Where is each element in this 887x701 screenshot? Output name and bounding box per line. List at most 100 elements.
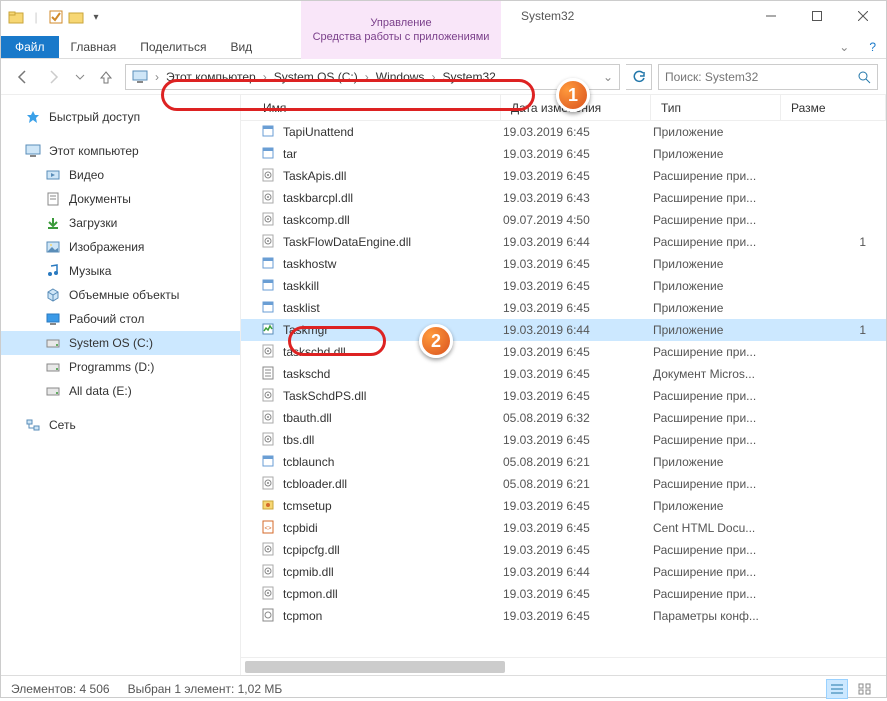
- address-dropdown-icon[interactable]: ⌄: [597, 70, 613, 84]
- nav-item[interactable]: All data (E:): [1, 379, 240, 403]
- file-row[interactable]: tcpmib.dll19.03.2019 6:44Расширение при.…: [241, 561, 886, 583]
- scroll-thumb[interactable]: [245, 661, 505, 673]
- file-row[interactable]: taskschd19.03.2019 6:45Документ Micros..…: [241, 363, 886, 385]
- nav-item[interactable]: Видео: [1, 163, 240, 187]
- file-row[interactable]: TaskFlowDataEngine.dll19.03.2019 6:44Рас…: [241, 231, 886, 253]
- file-row[interactable]: tcmsetup19.03.2019 6:45Приложение: [241, 495, 886, 517]
- chevron-right-icon[interactable]: ›: [260, 70, 270, 84]
- file-name: tbauth.dll: [283, 411, 332, 425]
- qat-dropdown-icon[interactable]: ▾: [87, 8, 105, 26]
- nav-label: System OS (C:): [69, 336, 153, 350]
- col-type[interactable]: Тип: [651, 95, 781, 120]
- nav-item[interactable]: System OS (C:): [1, 331, 240, 355]
- nav-label: Музыка: [69, 264, 111, 278]
- view-details-button[interactable]: [826, 679, 848, 699]
- nav-item[interactable]: Документы: [1, 187, 240, 211]
- nav-item[interactable]: Объемные объекты: [1, 283, 240, 307]
- nav-network[interactable]: Сеть: [1, 413, 240, 437]
- file-row[interactable]: TaskSchdPS.dll19.03.2019 6:45Расширение …: [241, 385, 886, 407]
- chevron-right-icon[interactable]: ›: [152, 70, 162, 84]
- file-row[interactable]: tar19.03.2019 6:45Приложение: [241, 143, 886, 165]
- window-title: System32: [521, 9, 574, 23]
- file-tab[interactable]: Файл: [1, 36, 59, 58]
- file-row[interactable]: taskkill19.03.2019 6:45Приложение: [241, 275, 886, 297]
- chevron-right-icon[interactable]: ›: [428, 70, 438, 84]
- file-row[interactable]: tcbloader.dll05.08.2019 6:21Расширение п…: [241, 473, 886, 495]
- file-date: 05.08.2019 6:21: [503, 477, 653, 491]
- nav-label: Загрузки: [69, 216, 117, 230]
- chevron-right-icon[interactable]: ›: [362, 70, 372, 84]
- title-bar: | ▾ System32 Управление Средства работы …: [1, 1, 886, 33]
- file-name: taskhostw: [283, 257, 336, 271]
- address-bar[interactable]: › Этот компьютер › System OS (C:) › Wind…: [125, 64, 620, 90]
- nav-item[interactable]: Programms (D:): [1, 355, 240, 379]
- recent-dropdown[interactable]: [73, 64, 87, 90]
- forward-button[interactable]: [41, 64, 67, 90]
- file-date: 19.03.2019 6:45: [503, 345, 653, 359]
- nav-label: Документы: [69, 192, 131, 206]
- search-box[interactable]: [658, 64, 878, 90]
- file-row[interactable]: tbs.dll19.03.2019 6:45Расширение при...: [241, 429, 886, 451]
- file-row[interactable]: tasklist19.03.2019 6:45Приложение: [241, 297, 886, 319]
- help-icon[interactable]: ?: [859, 36, 886, 58]
- file-row[interactable]: TaskApis.dll19.03.2019 6:45Расширение пр…: [241, 165, 886, 187]
- file-date: 19.03.2019 6:45: [503, 521, 653, 535]
- file-row[interactable]: tbauth.dll05.08.2019 6:32Расширение при.…: [241, 407, 886, 429]
- minimize-button[interactable]: [748, 1, 794, 31]
- status-bar: Элементов: 4 506 Выбран 1 элемент: 1,02 …: [1, 675, 886, 701]
- nav-item[interactable]: Загрузки: [1, 211, 240, 235]
- navigation-pane[interactable]: Быстрый доступ Этот компьютер Видео Докум…: [1, 95, 241, 675]
- file-type: Расширение при...: [653, 213, 783, 227]
- tab-share[interactable]: Поделиться: [128, 36, 218, 58]
- file-row[interactable]: <>tcpbidi19.03.2019 6:45Cent HTML Docu..…: [241, 517, 886, 539]
- file-type: Расширение при...: [653, 169, 783, 183]
- file-name: taskkill: [283, 279, 319, 293]
- file-row[interactable]: taskbarcpl.dll19.03.2019 6:43Расширение …: [241, 187, 886, 209]
- crumb-drive[interactable]: System OS (C:): [274, 70, 358, 84]
- file-type: Приложение: [653, 279, 783, 293]
- crumb-system32[interactable]: System32: [442, 70, 495, 84]
- file-row[interactable]: tcpmon19.03.2019 6:45Параметры конф...: [241, 605, 886, 627]
- search-icon[interactable]: [857, 70, 871, 84]
- nav-label: Сеть: [49, 418, 76, 432]
- close-button[interactable]: [840, 1, 886, 31]
- file-type: Приложение: [653, 125, 783, 139]
- col-name[interactable]: Имя: [241, 95, 501, 120]
- qat-divider: |: [27, 8, 45, 26]
- file-row[interactable]: TapiUnattend19.03.2019 6:45Приложение: [241, 121, 886, 143]
- file-row[interactable]: taskhostw19.03.2019 6:45Приложение: [241, 253, 886, 275]
- up-button[interactable]: [93, 64, 119, 90]
- file-name: taskschd.dll: [283, 345, 346, 359]
- qat-folder-icon[interactable]: [67, 8, 85, 26]
- file-date: 19.03.2019 6:45: [503, 609, 653, 623]
- tab-home[interactable]: Главная: [59, 36, 129, 58]
- pc-icon: [25, 143, 41, 159]
- nav-item[interactable]: Музыка: [1, 259, 240, 283]
- nav-item[interactable]: Изображения: [1, 235, 240, 259]
- qat-checked-icon[interactable]: [47, 8, 65, 26]
- nav-this-pc[interactable]: Этот компьютер: [1, 139, 240, 163]
- file-row[interactable]: taskschd.dll19.03.2019 6:45Расширение пр…: [241, 341, 886, 363]
- nav-item[interactable]: Рабочий стол: [1, 307, 240, 331]
- file-row[interactable]: tcpipcfg.dll19.03.2019 6:45Расширение пр…: [241, 539, 886, 561]
- crumb-windows[interactable]: Windows: [376, 70, 425, 84]
- maximize-button[interactable]: [794, 1, 840, 31]
- file-name: Taskmgr: [283, 323, 328, 337]
- search-input[interactable]: [665, 70, 835, 84]
- nav-quick-access[interactable]: Быстрый доступ: [1, 105, 240, 129]
- view-icons-button[interactable]: [854, 679, 876, 699]
- file-date: 19.03.2019 6:45: [503, 433, 653, 447]
- refresh-button[interactable]: [626, 64, 652, 90]
- file-row[interactable]: tcblaunch05.08.2019 6:21Приложение: [241, 451, 886, 473]
- file-row[interactable]: Taskmgr19.03.2019 6:44Приложение1: [241, 319, 886, 341]
- crumb-this-pc[interactable]: Этот компьютер: [166, 70, 256, 84]
- col-size[interactable]: Разме: [781, 95, 886, 120]
- file-row[interactable]: taskcomp.dll09.07.2019 4:50Расширение пр…: [241, 209, 886, 231]
- file-row[interactable]: tcpmon.dll19.03.2019 6:45Расширение при.…: [241, 583, 886, 605]
- horizontal-scrollbar[interactable]: [241, 657, 886, 675]
- back-button[interactable]: [9, 64, 35, 90]
- file-date: 19.03.2019 6:44: [503, 565, 653, 579]
- file-list[interactable]: TapiUnattend19.03.2019 6:45Приложениеtar…: [241, 121, 886, 657]
- ribbon-collapse-icon[interactable]: ⌄: [829, 36, 859, 58]
- tab-view[interactable]: Вид: [218, 36, 264, 58]
